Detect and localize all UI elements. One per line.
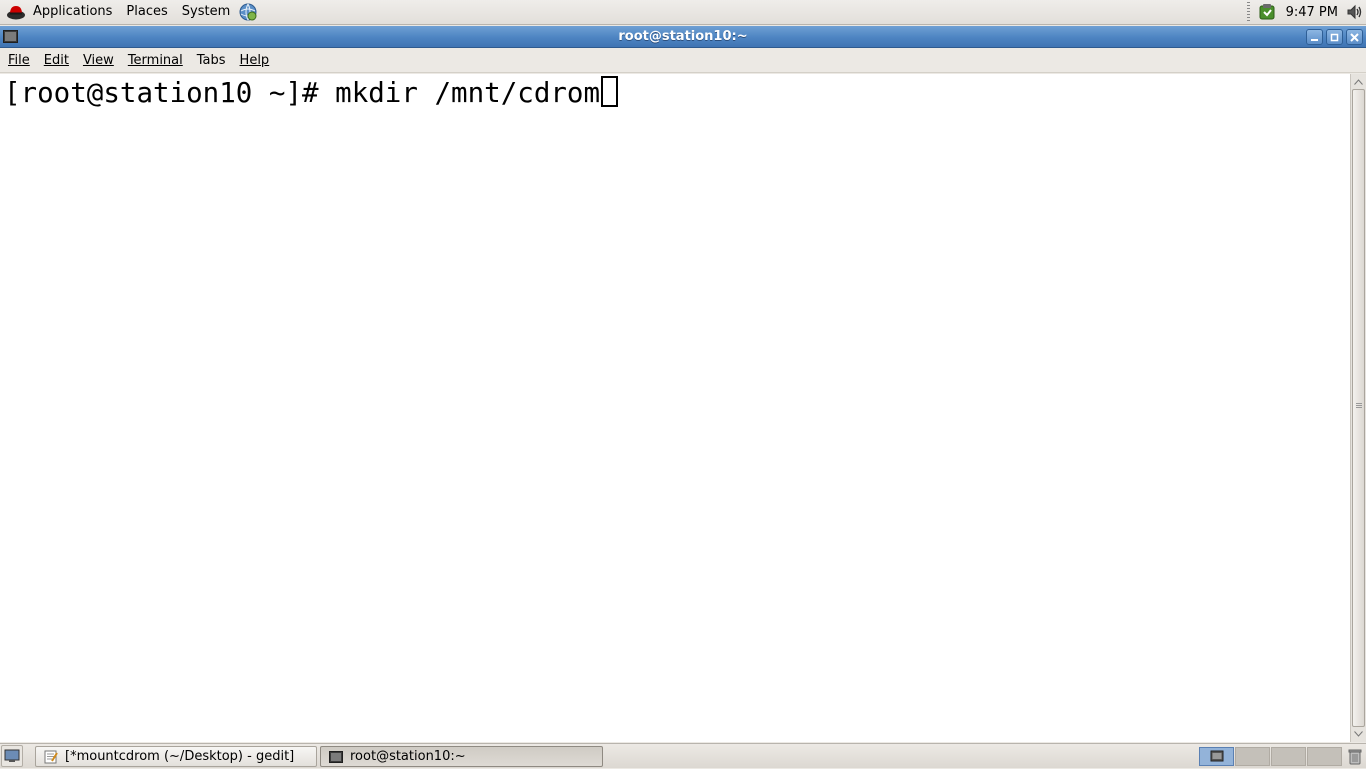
terminal-prompt: [root@station10 ~]# [4, 77, 336, 109]
scroll-thumb[interactable] [1352, 89, 1365, 727]
workspace-4[interactable] [1307, 747, 1342, 766]
text-editor-icon [44, 750, 58, 764]
update-notifier-icon[interactable] [1256, 1, 1278, 23]
places-menu[interactable]: Places [119, 0, 174, 25]
terminal-scrollbar[interactable] [1350, 74, 1366, 742]
task-button-terminal[interactable]: root@station10:~ [320, 746, 603, 767]
panel-clock[interactable]: 9:47 PM [1278, 5, 1344, 20]
bottom-panel: [*mountcdrom (~/Desktop) - gedit] root@s… [0, 743, 1366, 768]
menu-edit[interactable]: Edit [37, 49, 76, 73]
task-label: [*mountcdrom (~/Desktop) - gedit] [65, 749, 295, 764]
close-button[interactable] [1346, 29, 1363, 45]
minimize-button[interactable] [1306, 29, 1323, 45]
scroll-up-button[interactable] [1351, 75, 1366, 89]
window-title: root@station10:~ [618, 29, 748, 44]
menu-file[interactable]: File [1, 49, 37, 73]
menu-file-label: File [8, 52, 30, 68]
panel-tray: 9:47 PM [1246, 0, 1366, 25]
menu-view[interactable]: View [76, 49, 121, 73]
close-icon [1350, 32, 1359, 42]
menu-terminal-label: Terminal [127, 52, 183, 68]
panel-handle[interactable] [1246, 2, 1250, 22]
menu-edit-label: Edit [43, 52, 69, 68]
workspace-3[interactable] [1271, 747, 1306, 766]
menu-tabs[interactable]: Tabs [190, 49, 233, 73]
menu-tabs-label: Tabs [196, 52, 226, 68]
chevron-down-icon [1354, 731, 1363, 737]
window-title-bar[interactable]: root@station10:~ [0, 26, 1366, 48]
volume-icon[interactable] [1344, 1, 1366, 23]
maximize-icon [1330, 33, 1339, 41]
show-desktop-button[interactable] [1, 745, 23, 767]
chevron-up-icon [1354, 79, 1363, 85]
workspace-1[interactable] [1199, 747, 1234, 766]
scroll-down-button[interactable] [1351, 727, 1366, 741]
menu-view-label: View [82, 52, 114, 68]
terminal-menubar: File Edit View Terminal Tabs Help [0, 49, 1366, 73]
terminal-command: mkdir /mnt/cdrom [335, 77, 601, 109]
top-panel: Applications Places System 9:47 PM [0, 0, 1366, 25]
menu-help[interactable]: Help [233, 49, 277, 73]
workspace-2[interactable] [1235, 747, 1270, 766]
workspace-window-thumbnail [1210, 750, 1224, 762]
maximize-button[interactable] [1326, 29, 1343, 45]
terminal-cursor [601, 76, 619, 107]
menu-help-label: Help [239, 52, 270, 68]
redhat-logo-icon[interactable] [6, 2, 26, 22]
terminal-screen[interactable]: [root@station10 ~]# mkdir /mnt/cdrom [0, 74, 1350, 742]
task-label: root@station10:~ [350, 749, 466, 764]
minimize-icon [1311, 38, 1318, 41]
applications-menu[interactable]: Applications [26, 0, 119, 25]
task-button-gedit[interactable]: [*mountcdrom (~/Desktop) - gedit] [35, 746, 317, 767]
system-menu[interactable]: System [175, 0, 237, 25]
scroll-grip [1356, 403, 1362, 409]
show-desktop-icon [4, 749, 20, 762]
menu-terminal[interactable]: Terminal [121, 49, 190, 73]
terminal-line: [root@station10 ~]# mkdir /mnt/cdrom [4, 76, 619, 110]
trash-icon[interactable] [1346, 747, 1364, 766]
network-globe-icon[interactable] [237, 1, 259, 23]
terminal-icon [329, 750, 343, 764]
